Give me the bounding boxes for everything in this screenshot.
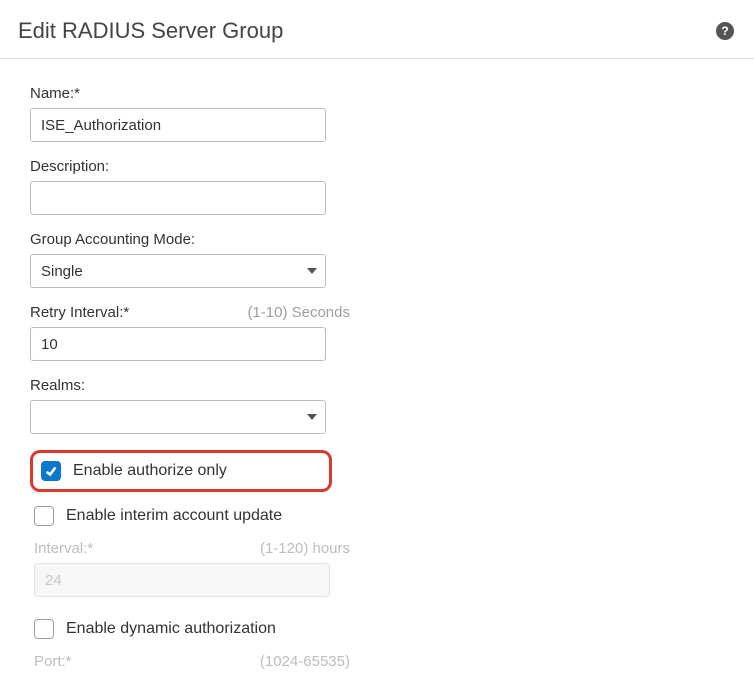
name-input[interactable] — [30, 108, 326, 142]
name-label: Name:* — [30, 85, 80, 102]
description-label: Description: — [30, 158, 109, 175]
chevron-down-icon — [307, 268, 317, 274]
interval-label: Interval:* — [34, 540, 93, 557]
port-label: Port:* — [34, 653, 72, 670]
dynamic-auth-checkbox[interactable] — [34, 619, 54, 639]
retry-hint: (1-10) Seconds — [247, 304, 350, 321]
help-icon[interactable]: ? — [716, 22, 734, 40]
dynamic-auth-label: Enable dynamic authorization — [66, 620, 276, 638]
accounting-label: Group Accounting Mode: — [30, 231, 195, 248]
realms-label: Realms: — [30, 377, 85, 394]
highlight-authorize-only: Enable authorize only — [30, 450, 332, 492]
retry-input[interactable] — [30, 327, 326, 361]
interim-row[interactable]: Enable interim account update — [30, 500, 350, 532]
realms-select[interactable] — [30, 400, 326, 434]
dialog-header: Edit RADIUS Server Group ? — [0, 0, 754, 59]
field-realms: Realms: — [30, 377, 350, 434]
interval-hint: (1-120) hours — [260, 540, 350, 557]
form-area: Name:* Description: Group Accounting Mod… — [0, 59, 380, 686]
field-accounting-mode: Group Accounting Mode: Single — [30, 231, 350, 288]
field-interval: Interval:* (1-120) hours — [30, 540, 350, 597]
dialog-title: Edit RADIUS Server Group — [18, 18, 283, 44]
accounting-select[interactable]: Single — [30, 254, 326, 288]
interim-checkbox[interactable] — [34, 506, 54, 526]
retry-label: Retry Interval:* — [30, 304, 129, 321]
field-port: Port:* (1024-65535) — [30, 653, 350, 670]
port-hint: (1024-65535) — [260, 653, 350, 670]
chevron-down-icon — [307, 414, 317, 420]
accounting-value: Single — [41, 263, 83, 280]
field-name: Name:* — [30, 85, 350, 142]
check-icon — [44, 464, 58, 478]
dynamic-auth-row[interactable]: Enable dynamic authorization — [30, 613, 350, 645]
authorize-only-label: Enable authorize only — [73, 462, 227, 480]
field-description: Description: — [30, 158, 350, 215]
interval-input — [34, 563, 330, 597]
interim-label: Enable interim account update — [66, 507, 282, 525]
description-input[interactable] — [30, 181, 326, 215]
authorize-only-row[interactable]: Enable authorize only — [37, 455, 325, 487]
authorize-only-checkbox[interactable] — [41, 461, 61, 481]
field-retry-interval: Retry Interval:* (1-10) Seconds — [30, 304, 350, 361]
